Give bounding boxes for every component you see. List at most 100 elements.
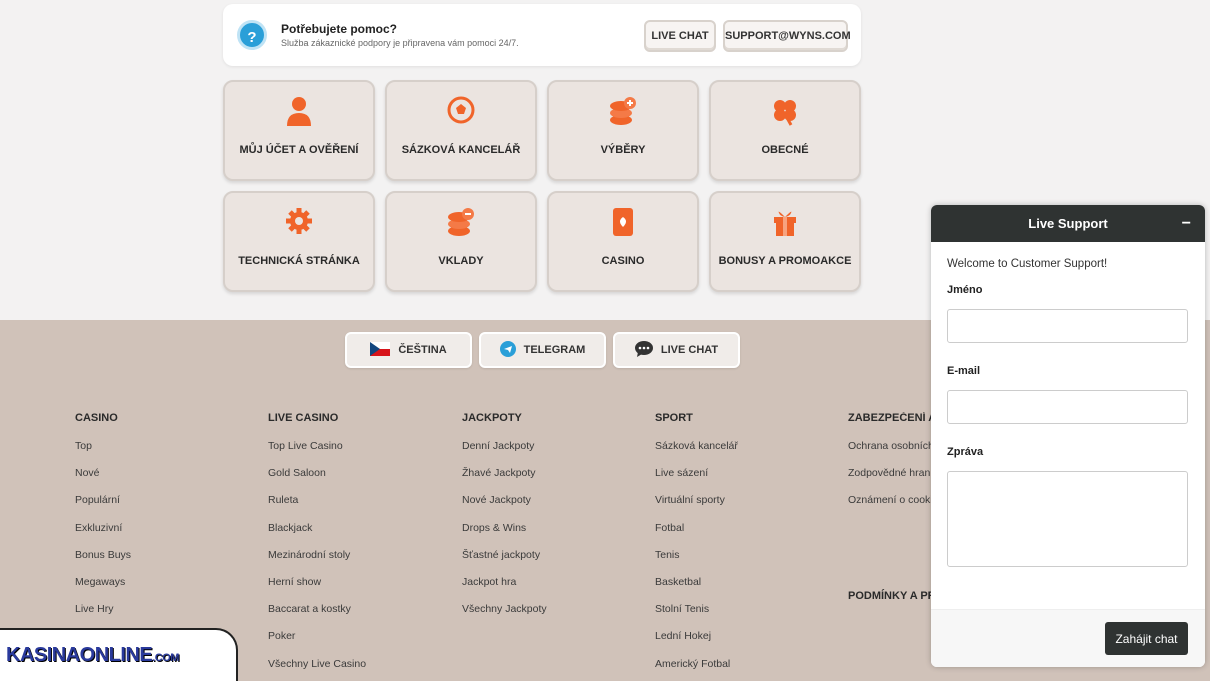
footer-link[interactable]: Oznámení o cookie [848,494,931,521]
coins-plus-icon [549,96,697,128]
coins-minus-icon [387,207,535,239]
terms-heading: PODMÍNKY A PRAV [848,589,931,602]
category-label: OBECNÉ [761,144,809,156]
footer-link[interactable]: Baccarat a kostky [268,603,366,630]
question-icon: ? [237,20,267,50]
chat-header: Live Support − [931,205,1205,242]
footer-link[interactable]: Denní Jackpoty [462,440,547,467]
footer-link[interactable]: Ruleta [268,494,366,521]
help-title: Potřebujete pomoc? [281,22,398,36]
column-title: LIVE CASINO [268,412,339,424]
card-icon [549,207,697,239]
live-chat-label: LIVE CHAT [660,344,719,356]
footer-link[interactable]: Herní show [268,576,366,603]
user-icon [225,96,373,128]
message-field[interactable] [947,471,1188,567]
email-field[interactable] [947,390,1188,424]
welcome-message: Welcome to Customer Support! [947,258,1108,270]
footer-link[interactable]: Gold Saloon [268,467,366,494]
footer-link[interactable]: Jackpot hra [462,576,547,603]
footer-link[interactable]: Lední Hokej [655,630,738,657]
chat-form: Welcome to Customer Support! Jméno E-mai… [931,258,1205,567]
support-email-button[interactable]: SUPPORT@WYNS.COM [723,20,851,52]
message-label: Zpráva [947,446,984,458]
footer-link[interactable]: Blackjack [268,522,366,549]
footer-column-casino: CASINO Top Nové Populární Exkluzivní Bon… [75,412,131,630]
category-sportsbook[interactable]: SÁZKOVÁ KANCELÁŘ [385,80,537,181]
help-bar: ? Potřebujete pomoc? Služba zákaznické p… [223,4,861,66]
footer-link[interactable]: Všechny Live Casino [268,658,366,681]
telegram-label: TELEGRAM [523,344,586,356]
footer-link[interactable]: Žhavé Jackpoty [462,467,547,494]
language-label: ČEŠTINA [398,344,447,356]
gift-icon [711,207,859,239]
gear-icon [225,207,373,239]
footer-link[interactable]: Megaways [75,576,131,603]
kasinaonline-logo[interactable]: KASINAONLINE.COM [0,628,238,681]
footer-link[interactable]: Zodpovědné hraní [848,467,931,494]
category-withdrawals[interactable]: VÝBĚRY [547,80,699,181]
help-subtitle: Služba zákaznické podpory je připravena … [281,38,519,48]
name-label: Jméno [947,284,983,296]
footer-link[interactable]: Nové [75,467,131,494]
footer-link[interactable]: Bonus Buys [75,549,131,576]
footer-link[interactable]: Live Hry [75,603,131,630]
footer-link[interactable]: Top [75,440,131,467]
footer-link[interactable]: Americký Fotbal [655,658,738,681]
category-technical[interactable]: TECHNICKÁ STRÁNKA [223,191,375,292]
clover-icon [711,96,859,128]
telegram-button[interactable]: TELEGRAM [479,332,606,368]
footer-link[interactable]: Všechny Jackpoty [462,603,547,630]
category-label: TECHNICKÁ STRÁNKA [238,255,360,267]
footer-link[interactable]: Drops & Wins [462,522,547,549]
footer-link[interactable]: Live sázení [655,467,738,494]
footer-link[interactable]: Mezinárodní stoly [268,549,366,576]
footer-live-chat-button[interactable]: LIVE CHAT [613,332,740,368]
footer-link[interactable]: Stolní Tenis [655,603,738,630]
column-title: SPORT [655,412,693,424]
name-field[interactable] [947,309,1188,343]
footer-link[interactable]: Exkluzivní [75,522,131,549]
footer-column-jackpots: JACKPOTY Denní Jackpoty Žhavé Jackpoty N… [462,412,547,630]
footer-column-security: ZABEZPEČENÍ A SO Ochrana osobních úd Zod… [848,412,931,618]
category-label: BONUSY A PROMOAKCE [718,255,852,267]
footer-link[interactable]: Sázková kancelář [655,440,738,467]
category-bonuses[interactable]: BONUSY A PROMOAKCE [709,191,861,292]
telegram-icon [499,340,516,360]
footer-link[interactable]: Top Live Casino [268,440,366,467]
language-button[interactable]: ČEŠTINA [345,332,472,368]
live-support-panel: Live Support − Welcome to Customer Suppo… [931,205,1205,667]
czech-flag-icon [370,341,391,359]
column-title: CASINO [75,412,118,424]
category-deposits[interactable]: VKLADY [385,191,537,292]
column-title: JACKPOTY [462,412,522,424]
footer-link[interactable]: Basketbal [655,576,738,603]
logo-text: KASINAONLINE.COM [6,644,179,666]
minimize-icon[interactable]: − [1182,205,1191,242]
category-general[interactable]: OBECNÉ [709,80,861,181]
footer-link[interactable]: Populární [75,494,131,521]
start-chat-button[interactable]: Zahájit chat [1105,622,1188,655]
footer-link[interactable]: Virtuální sporty [655,494,738,521]
chat-footer: Zahájit chat [931,609,1205,667]
column-title: ZABEZPEČENÍ A SO [848,412,931,424]
category-label: VÝBĚRY [600,144,646,156]
footer-link[interactable]: Šťastné jackpoty [462,549,547,576]
footer-link[interactable]: Fotbal [655,522,738,549]
footer-column-sport: SPORT Sázková kancelář Live sázení Virtu… [655,412,738,681]
category-label: VKLADY [438,255,484,267]
footer-link[interactable]: Poker [268,630,366,657]
category-label: MŮJ ÚČET A OVĚŘENÍ [239,144,359,156]
chat-header-title: Live Support [1028,216,1108,231]
footer-link[interactable]: Ochrana osobních úd [848,440,931,467]
category-casino[interactable]: CASINO [547,191,699,292]
category-label: CASINO [601,255,645,267]
footer-link[interactable]: Nové Jackpoty [462,494,547,521]
chat-bubble-icon [634,340,653,360]
category-label: SÁZKOVÁ KANCELÁŘ [401,144,521,156]
email-label: E-mail [947,365,981,377]
category-account[interactable]: MŮJ ÚČET A OVĚŘENÍ [223,80,375,181]
live-chat-button[interactable]: LIVE CHAT [644,20,716,52]
footer-link[interactable]: Tenis [655,549,738,576]
football-icon [387,96,535,128]
